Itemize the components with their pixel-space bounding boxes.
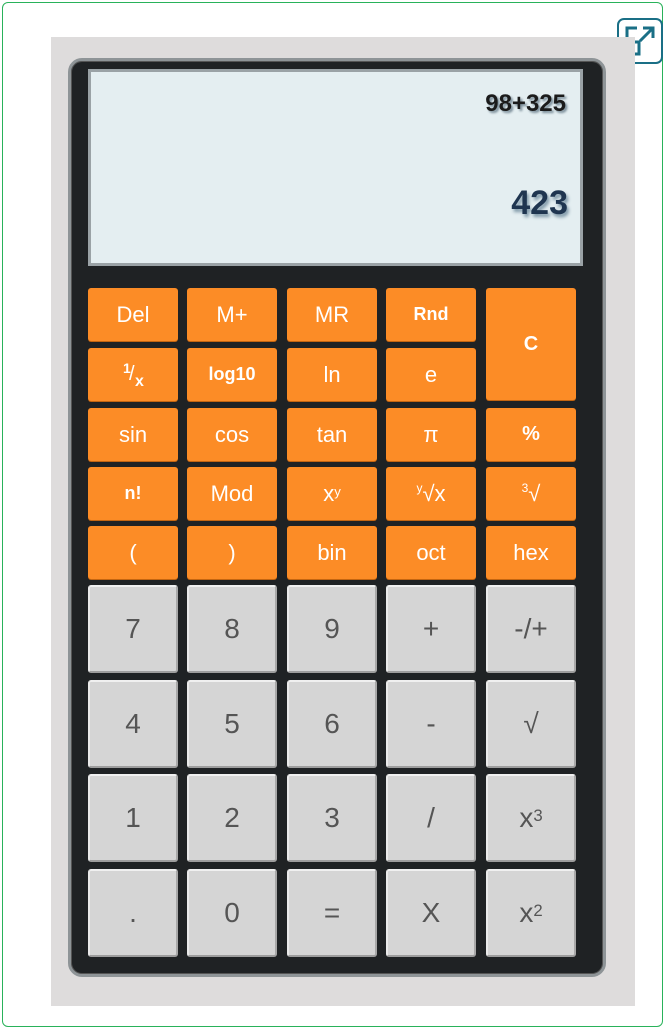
- ln-button[interactable]: ln: [287, 348, 377, 401]
- sin-button[interactable]: sin: [88, 408, 178, 461]
- pi-button[interactable]: π: [386, 408, 476, 461]
- three-button[interactable]: 3: [287, 774, 377, 862]
- percent-button[interactable]: %: [486, 408, 576, 461]
- power-button[interactable]: xy: [287, 467, 377, 520]
- seven-button[interactable]: 7: [88, 585, 178, 673]
- five-button[interactable]: 5: [187, 680, 277, 768]
- expression-text: 98+325: [485, 90, 566, 117]
- memory-recall-button[interactable]: MR: [287, 288, 377, 341]
- cube-root-button[interactable]: 3 √: [486, 467, 576, 520]
- plus-button[interactable]: +: [386, 585, 476, 673]
- one-button[interactable]: 1: [88, 774, 178, 862]
- yth-root-button[interactable]: y √x: [386, 467, 476, 520]
- factorial-button[interactable]: n!: [88, 467, 178, 520]
- equals-button[interactable]: =: [287, 869, 377, 957]
- memory-add-button[interactable]: M+: [187, 288, 277, 341]
- multiply-button[interactable]: X: [386, 869, 476, 957]
- cube-button[interactable]: x3: [486, 774, 576, 862]
- calculator-display: 98+325 423: [88, 69, 583, 266]
- sqrt-button[interactable]: √: [486, 680, 576, 768]
- two-button[interactable]: 2: [187, 774, 277, 862]
- square-button[interactable]: x2: [486, 869, 576, 957]
- zero-button[interactable]: 0: [187, 869, 277, 957]
- result-text: 423: [511, 184, 568, 222]
- euler-button[interactable]: e: [386, 348, 476, 401]
- negate-button[interactable]: -/+: [486, 585, 576, 673]
- reciprocal-button[interactable]: 1 / x: [88, 348, 178, 401]
- oct-button[interactable]: oct: [386, 526, 476, 579]
- four-button[interactable]: 4: [88, 680, 178, 768]
- tan-button[interactable]: tan: [287, 408, 377, 461]
- reciprocal-label: 1 / x: [123, 359, 144, 390]
- clear-button[interactable]: C: [486, 288, 576, 400]
- divide-button[interactable]: /: [386, 774, 476, 862]
- eight-button[interactable]: 8: [187, 585, 277, 673]
- six-button[interactable]: 6: [287, 680, 377, 768]
- nine-button[interactable]: 9: [287, 585, 377, 673]
- left-paren-button[interactable]: (: [88, 526, 178, 579]
- del-button[interactable]: Del: [88, 288, 178, 341]
- minus-button[interactable]: -: [386, 680, 476, 768]
- right-paren-button[interactable]: ): [187, 526, 277, 579]
- mod-button[interactable]: Mod: [187, 467, 277, 520]
- hex-button[interactable]: hex: [486, 526, 576, 579]
- decimal-button[interactable]: .: [88, 869, 178, 957]
- cos-button[interactable]: cos: [187, 408, 277, 461]
- random-button[interactable]: Rnd: [386, 288, 476, 341]
- bin-button[interactable]: bin: [287, 526, 377, 579]
- log10-button[interactable]: log10: [187, 348, 277, 401]
